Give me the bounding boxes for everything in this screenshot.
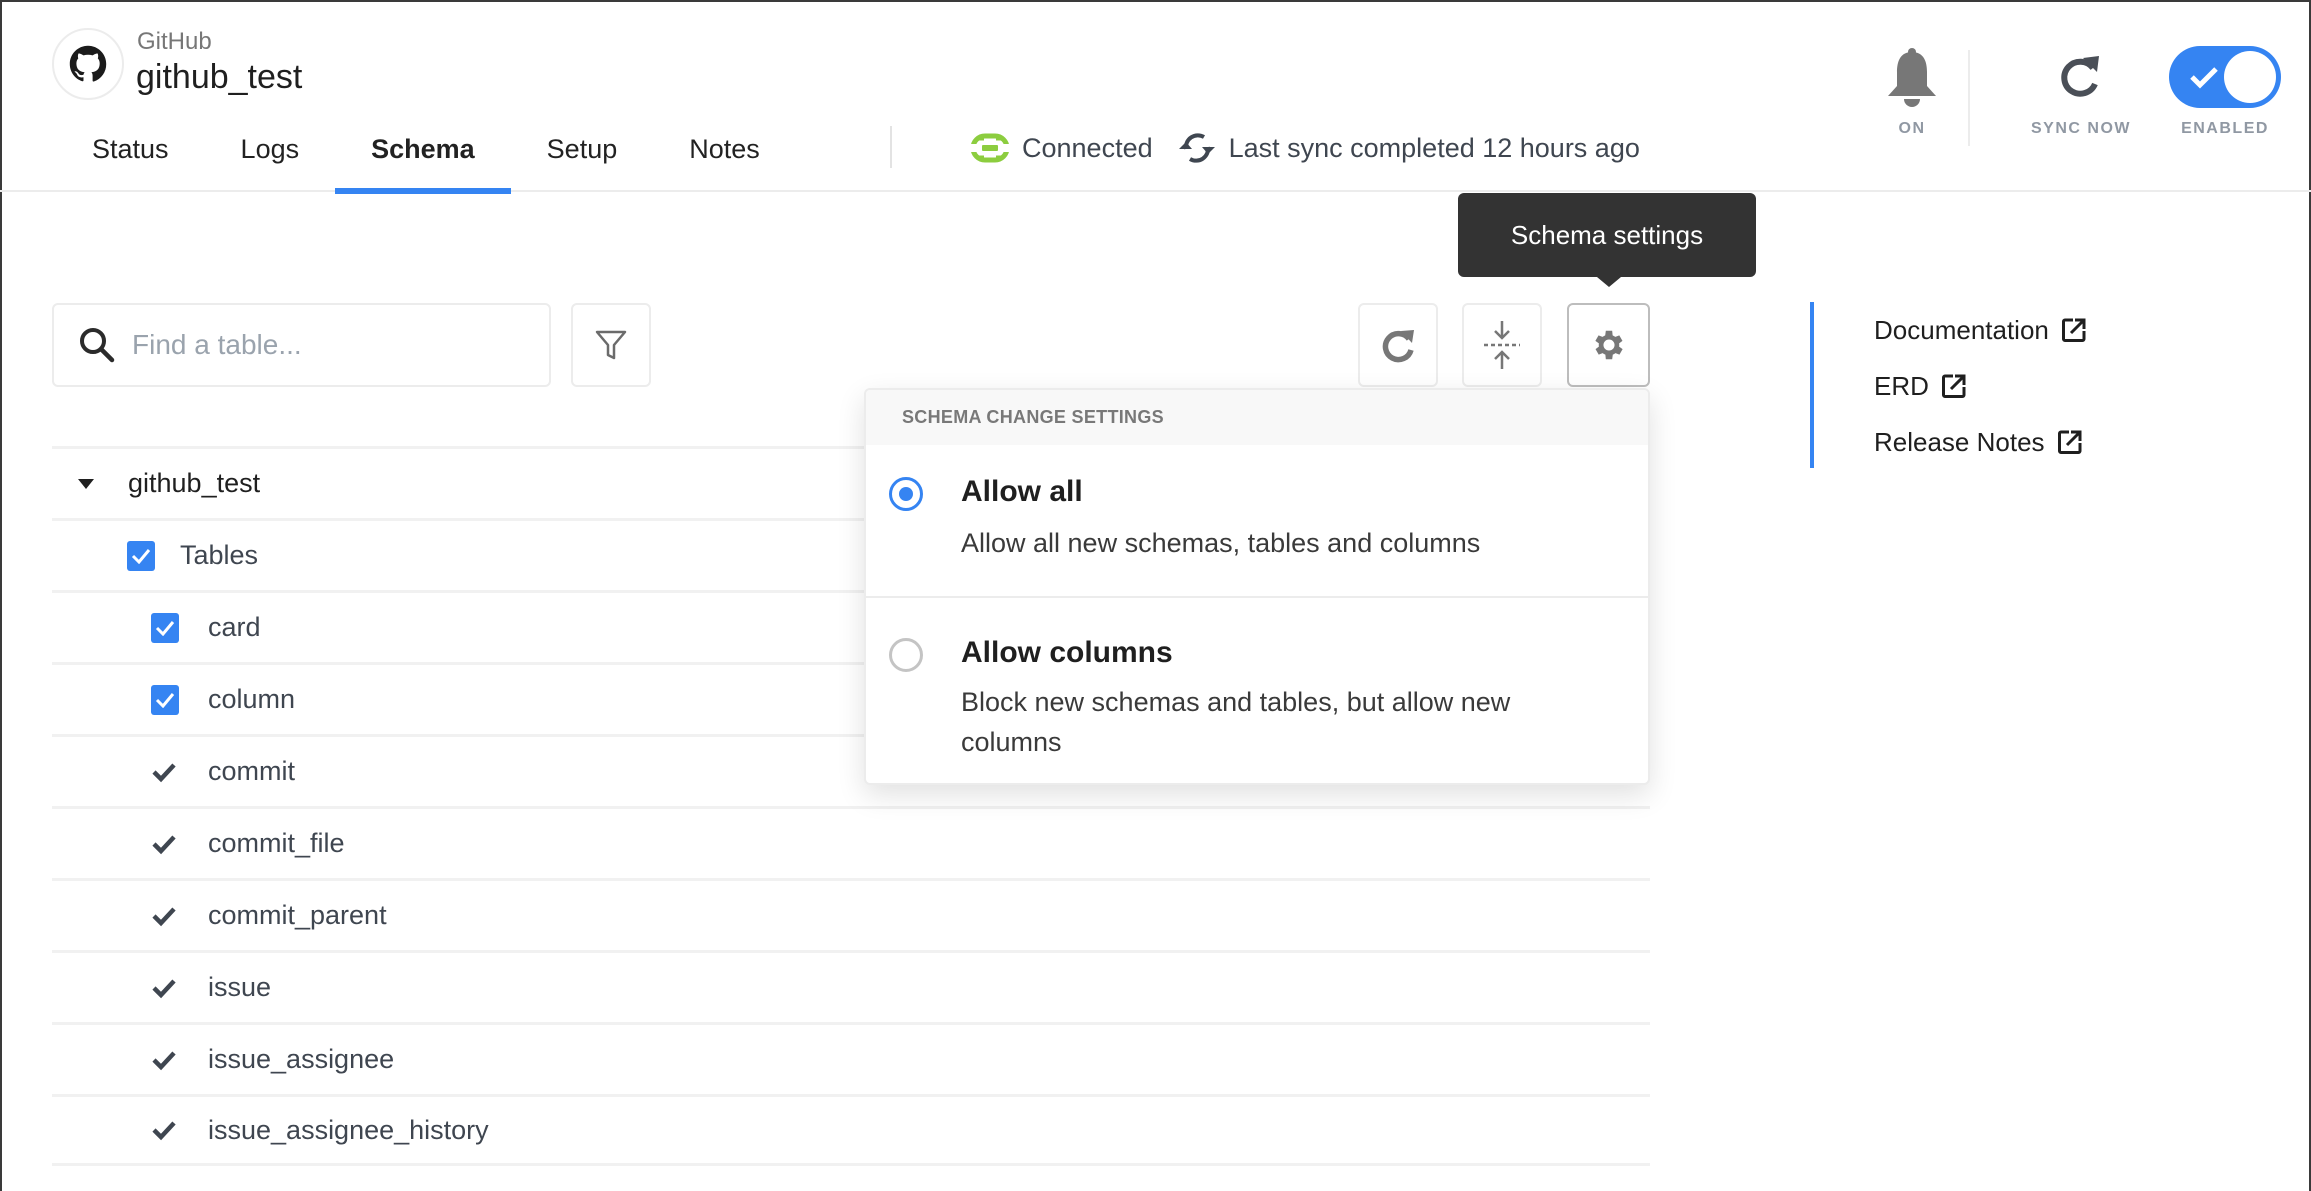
table-row[interactable]: issue_assignee <box>52 1022 1650 1094</box>
tab-schema[interactable]: Schema <box>335 128 511 194</box>
option-allow-columns[interactable]: Allow columns Block new schemas and tabl… <box>866 598 1648 783</box>
enabled-toggle[interactable]: ENABLED <box>2160 46 2290 138</box>
tab-bar: Status Logs Schema Setup Notes <box>56 128 796 194</box>
release-notes-link[interactable]: Release Notes <box>1874 414 2087 470</box>
link-label: ERD <box>1874 370 1929 401</box>
check-icon <box>151 1049 177 1071</box>
table-row[interactable]: issue <box>52 950 1650 1022</box>
tooltip-text: Schema settings <box>1510 219 1704 250</box>
divider <box>1968 50 1970 146</box>
resource-links: Documentation ERD Release Notes <box>1810 302 2087 468</box>
check-icon <box>151 977 177 999</box>
option-allow-all[interactable]: Allow all Allow all new schemas, tables … <box>866 445 1648 598</box>
tab-logs[interactable]: Logs <box>205 128 336 192</box>
check-icon <box>151 833 177 855</box>
connector-header: GitHub github_test Status Logs Schema Se… <box>0 0 2311 194</box>
option-description: Allow all new schemas, tables and column… <box>961 528 1481 558</box>
tab-status[interactable]: Status <box>56 128 205 192</box>
refresh-icon <box>1382 330 1414 363</box>
erd-link[interactable]: ERD <box>1874 358 2087 414</box>
tables-checkbox[interactable] <box>127 540 155 571</box>
option-title: Allow columns <box>961 636 1173 669</box>
refresh-icon <box>2061 56 2099 97</box>
table-row[interactable]: issue_assignee_history <box>52 1094 1650 1166</box>
table-search[interactable] <box>52 303 551 387</box>
bell-icon <box>1888 48 1936 107</box>
check-icon <box>151 1119 177 1141</box>
tab-notes[interactable]: Notes <box>653 128 796 192</box>
documentation-link[interactable]: Documentation <box>1874 302 2087 358</box>
radio-allow-all[interactable] <box>889 477 923 511</box>
table-name: commit_parent <box>208 900 387 930</box>
table-checkbox[interactable] <box>151 612 179 643</box>
schema-settings-tooltip: Schema settings <box>1458 193 1756 287</box>
sync-now-button[interactable]: SYNC NOW <box>2016 46 2146 138</box>
connector-type: GitHub <box>137 28 212 55</box>
option-title: Allow all <box>961 475 1083 508</box>
filter-button[interactable] <box>571 303 651 387</box>
connection-status: Connected Last sync completed 12 hours a… <box>970 128 1640 168</box>
external-link-icon <box>2061 317 2087 343</box>
schema-name: github_test <box>128 468 261 498</box>
last-sync-label: Last sync completed 12 hours ago <box>1228 132 1640 163</box>
link-label: Release Notes <box>1874 426 2045 457</box>
schema-settings-button[interactable] <box>1567 303 1650 387</box>
link-label: Documentation <box>1874 314 2049 345</box>
sync-icon <box>1177 129 1217 167</box>
check-icon <box>151 905 177 927</box>
menu-heading: SCHEMA CHANGE SETTINGS <box>866 390 1648 445</box>
enabled-label: ENABLED <box>2181 120 2269 137</box>
github-icon <box>52 28 124 100</box>
radio-allow-columns[interactable] <box>889 638 923 672</box>
check-icon <box>2190 67 2218 89</box>
table-name: commit <box>208 756 295 786</box>
external-link-icon <box>1941 373 1967 399</box>
table-checkbox[interactable] <box>151 684 179 715</box>
search-icon <box>78 326 116 364</box>
table-name: issue_assignee <box>208 1044 395 1074</box>
link-icon <box>970 133 1010 163</box>
notifications-button[interactable]: ON <box>1860 46 1964 138</box>
caret-down-icon[interactable] <box>76 477 96 491</box>
option-description: Block new schemas and tables, but allow … <box>961 687 1511 757</box>
reload-schema-button[interactable] <box>1358 303 1438 387</box>
check-icon <box>151 761 177 783</box>
toggle-switch[interactable] <box>2169 46 2281 108</box>
gear-icon <box>1594 330 1623 360</box>
tab-setup[interactable]: Setup <box>511 128 654 192</box>
table-name: column <box>208 684 296 714</box>
connection-status-label: Connected <box>1022 132 1153 163</box>
table-row[interactable]: commit_file <box>52 806 1650 878</box>
table-name: issue_assignee_history <box>208 1114 489 1145</box>
table-name: commit_file <box>208 828 345 858</box>
table-name: card <box>208 612 261 642</box>
toggle-knob <box>2224 51 2276 103</box>
table-name: issue <box>208 972 272 1002</box>
collapse-all-button[interactable] <box>1462 303 1542 387</box>
collapse-icon <box>1484 321 1520 369</box>
connector-name: github_test <box>136 58 303 96</box>
divider <box>890 126 892 168</box>
sync-now-label: SYNC NOW <box>2031 120 2131 137</box>
schema-change-settings-menu: SCHEMA CHANGE SETTINGS Allow all Allow a… <box>864 388 1650 785</box>
search-input[interactable] <box>132 329 512 361</box>
table-row[interactable]: commit_parent <box>52 878 1650 950</box>
filter-icon <box>595 330 627 360</box>
tables-group-label: Tables <box>180 540 259 570</box>
notifications-label: ON <box>1898 120 1926 137</box>
external-link-icon <box>2057 429 2083 455</box>
